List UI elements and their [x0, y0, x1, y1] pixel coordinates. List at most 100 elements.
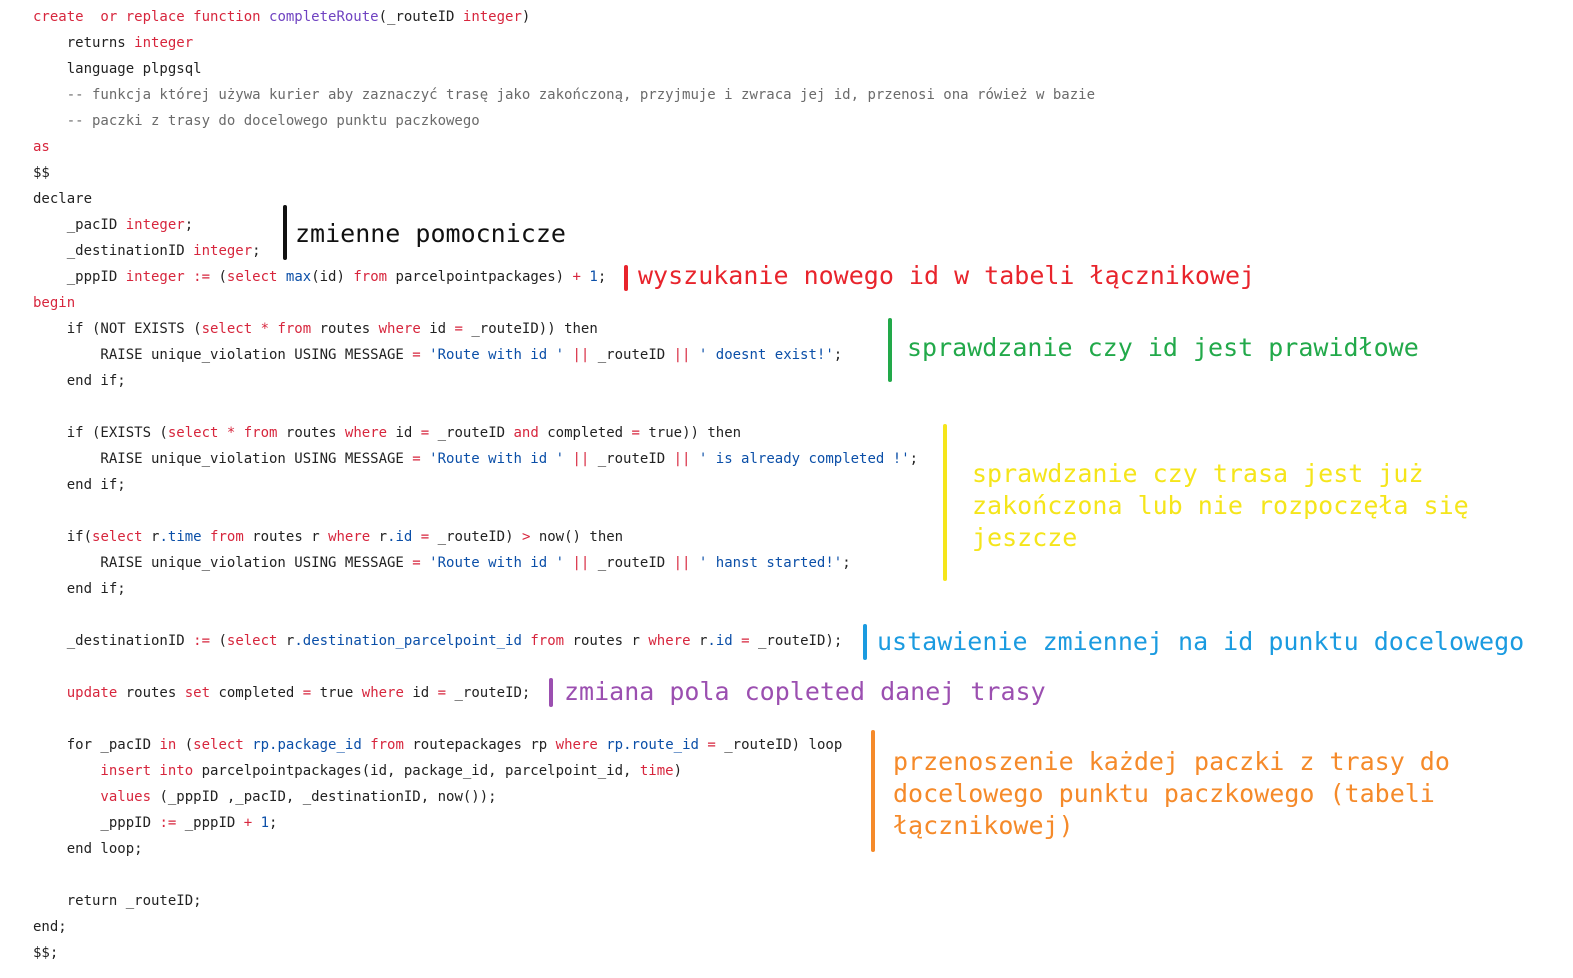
code-token: from [277, 321, 320, 337]
code-token: select [226, 633, 286, 649]
code-token: from [210, 529, 253, 545]
code-token: select [92, 529, 152, 545]
code-token: end; [33, 919, 67, 935]
code-token: || [572, 451, 590, 467]
code-token: $$ [33, 165, 50, 181]
code-token: id [429, 321, 455, 337]
code-token: = [437, 685, 455, 701]
code-token: .id [387, 529, 421, 545]
code-token: _destinationID [33, 633, 194, 649]
code-token: ' doesnt exist!' [698, 347, 834, 363]
code-token: ; [252, 243, 261, 259]
code-token: where [555, 737, 607, 753]
code-token: rp [252, 737, 270, 753]
code-token: || [572, 555, 590, 571]
code-token: _pppID [184, 815, 244, 831]
annotation-line: sprawdzanie czy trasa jest już [972, 459, 1424, 488]
code-token: parcelpointpackages(id, package_id, parc… [201, 763, 640, 779]
code-token: RAISE unique_violation USING MESSAGE [33, 555, 413, 571]
code-token: = [741, 633, 758, 649]
code-token: := [193, 633, 219, 649]
code-token: end if; [33, 477, 126, 493]
annotation-bar [549, 678, 553, 707]
annotation-line: zmienne pomocnicze [295, 219, 566, 248]
annotation-text: zmienne pomocnicze [295, 218, 566, 250]
code-token: max [285, 269, 312, 285]
code-token: and [513, 425, 548, 441]
annotation-bar [863, 624, 867, 660]
code-line: return _routeID; [33, 888, 1095, 914]
annotation-line: łącznikowej) [893, 811, 1074, 840]
code-line: end if; [33, 472, 1095, 498]
code-token: 1 [260, 815, 270, 831]
annotation-text: ustawienie zmiennej na id punktu docelow… [877, 626, 1524, 658]
code-token: = [412, 451, 430, 467]
code-token: from [353, 269, 396, 285]
code-token: insert into [33, 763, 202, 779]
annotation-line: przenoszenie każdej paczki z trasy do [893, 747, 1450, 776]
code-token: create or replace function [33, 9, 270, 25]
code-token: _pppID [33, 269, 126, 285]
code-token: end if; [33, 581, 126, 597]
code-token: set [184, 685, 219, 701]
code-token: for _pacID [33, 737, 160, 753]
code-token: integer [462, 9, 522, 25]
annotation-text: przenoszenie każdej paczki z trasy do doc… [893, 746, 1450, 842]
code-token: begin [33, 295, 76, 311]
code-token: _pacID [33, 217, 126, 233]
code-line: RAISE unique_violation USING MESSAGE = '… [33, 446, 1095, 472]
annotation-line: wyszukanie nowego id w tabeli łącznikowe… [638, 261, 1256, 290]
code-token: from [370, 737, 413, 753]
code-token: .route_id [623, 737, 708, 753]
code-token: completed [218, 685, 303, 701]
code-line: create or replace function completeRoute… [33, 4, 1095, 30]
code-token: select [226, 269, 286, 285]
code-token: _routeID [589, 451, 674, 467]
annotation-text: sprawdzanie czy trasa jest już zakończona… [972, 458, 1469, 554]
code-token: ( [218, 633, 227, 649]
code-token: = [412, 555, 430, 571]
code-token: || [673, 347, 691, 363]
code-token: = [631, 425, 649, 441]
code-token: ) [521, 9, 531, 25]
code-token: parcelpointpackages) [395, 269, 573, 285]
code-token: ; [842, 555, 851, 571]
code-token: = [302, 685, 320, 701]
code-token: integer [125, 269, 185, 285]
annotation-bar [943, 424, 947, 581]
code-token: rp [606, 737, 624, 753]
code-token: integer [125, 217, 185, 233]
code-token: where [361, 685, 413, 701]
code-token: = [420, 425, 438, 441]
code-token: return _routeID; [33, 893, 202, 909]
code-token: integer [134, 35, 194, 51]
code-token: routes r [252, 529, 329, 545]
code-token: completed [547, 425, 632, 441]
code-token: RAISE unique_violation USING MESSAGE [33, 347, 413, 363]
code-token: end loop; [33, 841, 143, 857]
code-token: = [454, 321, 472, 337]
annotation-bar [624, 265, 628, 291]
code-token: where [344, 425, 396, 441]
code-token: 'Route with id ' [429, 451, 565, 467]
code-token: -- paczki z trasy do docelowego punktu p… [33, 113, 480, 129]
code-token: 'Route with id ' [429, 347, 565, 363]
annotation-text: zmiana pola copleted danej trasy [564, 676, 1046, 708]
code-line: RAISE unique_violation USING MESSAGE = '… [33, 550, 1095, 576]
code-token: ; [909, 451, 919, 467]
annotation-line: docelowego punktu paczkowego (tabeli [893, 779, 1435, 808]
code-token: ; [833, 347, 843, 363]
code-token: || [673, 555, 691, 571]
code-line: end if; [33, 576, 1095, 602]
annotation-line: jeszcze [972, 523, 1078, 552]
code-token: .package_id [269, 737, 371, 753]
code-token: _routeID); [757, 633, 843, 649]
code-token: ( [184, 737, 194, 753]
code-token: _routeID) loop [724, 737, 843, 753]
code-token: ' is already completed !' [698, 451, 910, 467]
code-token: = [420, 529, 438, 545]
code-line: -- paczki z trasy do docelowego punktu p… [33, 108, 1095, 134]
